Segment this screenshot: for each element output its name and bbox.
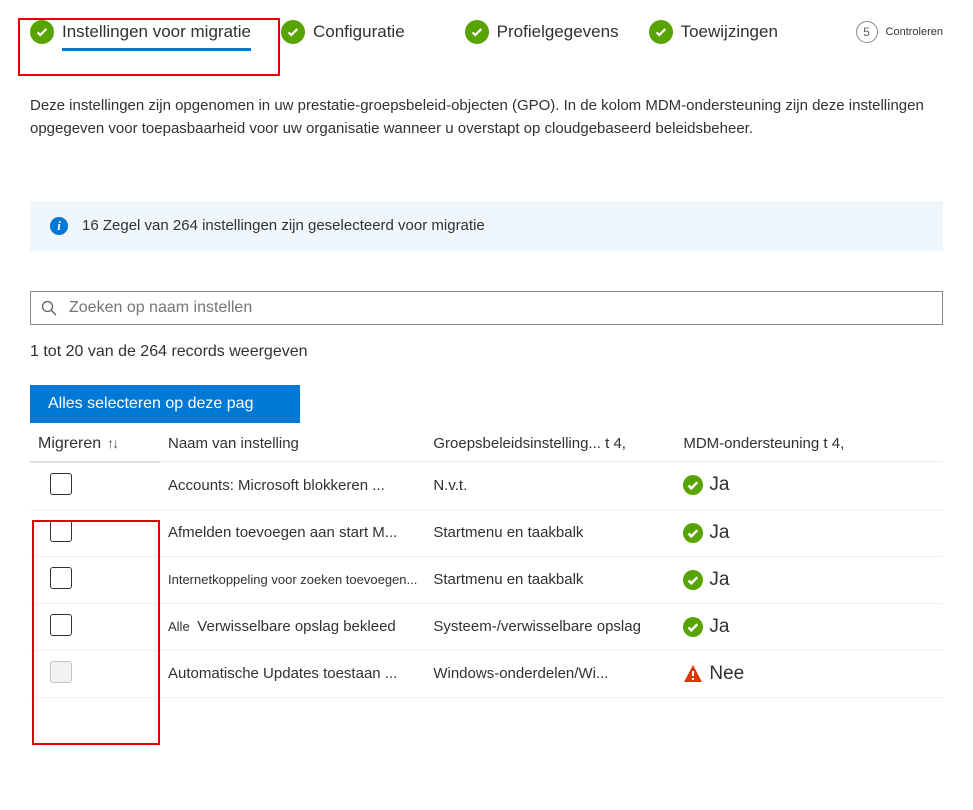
check-icon — [649, 20, 673, 44]
setting-name: Internetkoppeling voor zoeken toevoegen.… — [160, 556, 425, 603]
migrate-checkbox[interactable] — [50, 473, 72, 495]
setting-name: Alle Verwisselbare opslag bekleed — [160, 603, 425, 650]
step-label: Toewijzingen — [681, 22, 778, 42]
success-icon — [683, 570, 703, 590]
success-icon — [683, 523, 703, 543]
gpo-setting: Windows-onderdelen/Wi... — [425, 650, 675, 697]
gpo-setting: N.v.t. — [425, 462, 675, 510]
migrate-checkbox — [50, 661, 72, 683]
search-input[interactable] — [67, 298, 932, 318]
migrate-checkbox[interactable] — [50, 520, 72, 542]
table-row: Accounts: Microsoft blokkeren ...N.v.t.J… — [30, 462, 943, 510]
migrate-checkbox[interactable] — [50, 614, 72, 636]
search-icon — [41, 300, 57, 316]
step-settings[interactable]: Instellingen voor migratie — [30, 20, 251, 44]
check-icon — [30, 20, 54, 44]
mdm-support: Ja — [675, 462, 943, 510]
check-icon — [465, 20, 489, 44]
migrate-checkbox[interactable] — [50, 567, 72, 589]
mdm-support: Ja — [675, 556, 943, 603]
table-row: Alle Verwisselbare opslag bekleedSysteem… — [30, 603, 943, 650]
col-header-gpo[interactable]: Groepsbeleidsinstelling... t 4, — [425, 423, 675, 462]
info-icon: i — [50, 217, 68, 235]
page-description: Deze instellingen zijn opgenomen in uw p… — [30, 94, 943, 141]
col-header-migrate[interactable]: Migreren↑↓ — [30, 423, 160, 462]
search-input-wrapper[interactable] — [30, 291, 943, 325]
gpo-setting: Systeem-/verwisselbare opslag — [425, 603, 675, 650]
col-header-mdm[interactable]: MDM-ondersteuning t 4, — [675, 423, 943, 462]
step-configuration[interactable]: Configuratie — [281, 20, 405, 44]
step-review[interactable]: 5 Controleren — [856, 21, 943, 43]
step-profile[interactable]: Profielgegevens — [465, 20, 619, 44]
settings-table: Migreren↑↓ Naam van instelling Groepsbel… — [30, 423, 943, 698]
gpo-setting: Startmenu en taakbalk — [425, 556, 675, 603]
info-banner: i 16 Zegel van 264 instellingen zijn ges… — [30, 201, 943, 251]
setting-name: Accounts: Microsoft blokkeren ... — [160, 462, 425, 510]
check-icon — [281, 20, 305, 44]
setting-name: Automatische Updates toestaan ... — [160, 650, 425, 697]
info-text: 16 Zegel van 264 instellingen zijn gesel… — [82, 217, 485, 234]
warning-icon — [683, 664, 703, 684]
step-assignments[interactable]: Toewijzingen — [649, 20, 778, 44]
step-label: Configuratie — [313, 22, 405, 42]
records-count-label: 1 tot 20 van de 264 records weergeven — [30, 343, 943, 361]
table-row: Internetkoppeling voor zoeken toevoegen.… — [30, 556, 943, 603]
col-header-name[interactable]: Naam van instelling — [160, 423, 425, 462]
mdm-support: Nee — [675, 650, 943, 697]
success-icon — [683, 617, 703, 637]
step-label: Profielgegevens — [497, 22, 619, 42]
table-row: Afmelden toevoegen aan start M...Startme… — [30, 509, 943, 556]
mdm-support: Ja — [675, 509, 943, 556]
sort-icon: ↑↓ — [107, 435, 117, 451]
success-icon — [683, 475, 703, 495]
select-all-button[interactable]: Alles selecteren op deze pag — [30, 385, 300, 423]
gpo-setting: Startmenu en taakbalk — [425, 509, 675, 556]
step-label: Controleren — [886, 26, 943, 38]
table-row: Automatische Updates toestaan ...Windows… — [30, 650, 943, 697]
step-label: Instellingen voor migratie — [62, 22, 251, 51]
step-number-icon: 5 — [856, 21, 878, 43]
wizard-stepper: Instellingen voor migratie Configuratie … — [30, 20, 943, 44]
mdm-support: Ja — [675, 603, 943, 650]
setting-name: Afmelden toevoegen aan start M... — [160, 509, 425, 556]
